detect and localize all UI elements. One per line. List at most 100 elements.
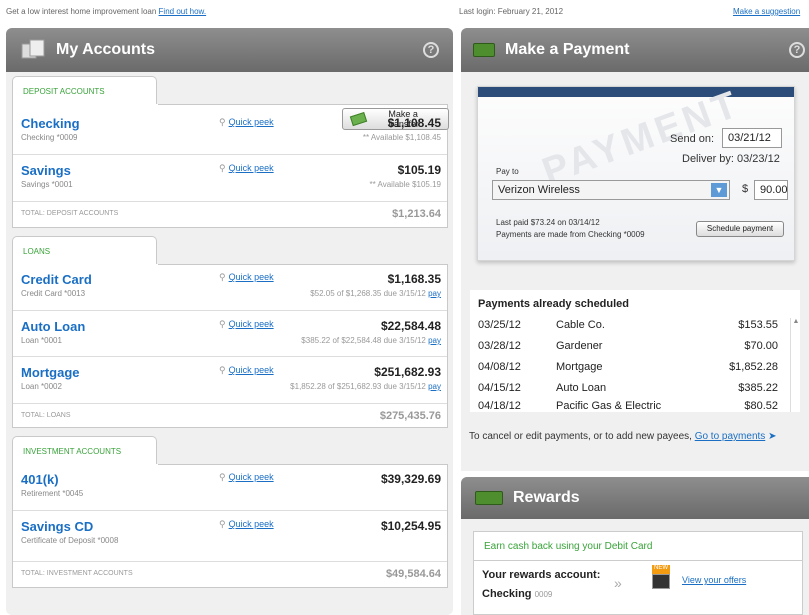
currency-symbol: $ (742, 183, 749, 195)
cancel-note: To cancel or edit payments, or to add ne… (469, 431, 777, 442)
account-amount: $251,682.93 (374, 365, 441, 379)
scrollbar[interactable]: ▲ (790, 318, 801, 412)
payment-header: Make a Payment ? (461, 28, 809, 72)
magnifier-icon: ⚲ (219, 117, 226, 127)
rewards-panel: Rewards Earn cash back using your Debit … (461, 477, 809, 615)
pay-link[interactable]: pay (428, 289, 441, 298)
pay-to-label: Pay to (496, 167, 519, 176)
pay-link[interactable]: pay (428, 382, 441, 391)
quick-peek-link[interactable]: ⚲ Quick peek (219, 472, 274, 483)
last-paid: Last paid $73.24 on 03/14/12 (496, 218, 600, 227)
magnifier-icon: ⚲ (219, 519, 226, 529)
table-row[interactable]: 04/08/12 Mortgage $1,852.28 (478, 358, 778, 379)
rewards-title: Rewards (513, 489, 580, 506)
investment-box: 401(k) Retirement *0045 ⚲ Quick peek $39,… (12, 464, 448, 588)
promo-text: Get a low interest home improvement loan (6, 7, 157, 16)
rewards-account: Your rewards account: Checking 0009 » NE… (473, 561, 803, 615)
deposit-box: Make a transfer Checking Checking *0009 … (12, 104, 449, 228)
suggestion-link[interactable]: Make a suggestion (733, 7, 800, 16)
tab-investment-accounts: INVESTMENT ACCOUNTS (12, 436, 157, 464)
accounts-panel: My Accounts ? DEPOSIT ACCOUNTS Make a tr… (6, 28, 453, 615)
accounts-title: My Accounts (56, 41, 155, 58)
account-name[interactable]: Credit Card (21, 272, 92, 287)
account-row-auto-loan: Auto Loan Loan *0001 ⚲ Quick peek $22,584… (13, 310, 447, 356)
account-detail: ** Available $1,108.45 (362, 133, 441, 142)
table-row[interactable]: 04/18/12 Pacific Gas & Electric $80.52 (478, 400, 778, 412)
scheduled-payments: Payments already scheduled 03/25/12 Cable… (470, 290, 800, 412)
quick-peek-link[interactable]: ⚲ Quick peek (219, 163, 274, 174)
rewards-account-name: Checking 0009 (482, 588, 553, 600)
investment-total: TOTAL: INVESTMENT ACCOUNTS $49,584.64 (13, 561, 447, 585)
quick-peek-link[interactable]: ⚲ Quick peek (219, 272, 274, 283)
magnifier-icon: ⚲ (219, 472, 226, 482)
table-row[interactable]: 04/15/12 Auto Loan $385.22 (478, 379, 778, 400)
help-icon[interactable]: ? (423, 42, 439, 58)
pay-link[interactable]: pay (428, 336, 441, 345)
quick-peek-link[interactable]: ⚲ Quick peek (219, 117, 274, 128)
send-on-field[interactable]: 03/21/12 (722, 128, 782, 148)
account-detail: ** Available $105.19 (369, 180, 441, 189)
payment-panel: Make a Payment ? PAYMENT Send on: 03/21/… (461, 28, 809, 471)
view-offers-link[interactable]: View your offers (682, 575, 746, 585)
find-out-link[interactable]: Find out how. (159, 7, 207, 16)
account-row-checking: Checking Checking *0009 ⚲ Quick peek $1,1… (13, 104, 447, 150)
scheduled-title: Payments already scheduled (478, 298, 630, 310)
accounts-header: My Accounts ? (6, 28, 453, 72)
account-sub: Retirement *0045 (21, 489, 84, 498)
coins-icon (21, 39, 45, 59)
payment-check: PAYMENT Send on: 03/21/12 Deliver by: 03… (477, 82, 795, 261)
account-row-mortgage: Mortgage Loan *0002 ⚲ Quick peek $251,682… (13, 356, 447, 402)
schedule-payment-button[interactable]: Schedule payment (696, 221, 784, 237)
account-sub: Savings *0001 (21, 180, 73, 189)
account-name[interactable]: Mortgage (21, 365, 80, 380)
account-name[interactable]: Auto Loan (21, 319, 85, 334)
account-detail: $1,852.28 of $251,682.93 due 3/15/12 pay (290, 382, 441, 391)
account-amount: $39,329.69 (380, 472, 441, 486)
account-amount: $1,168.35 (387, 272, 441, 286)
rewards-header: Rewards (461, 477, 809, 519)
magnifier-icon: ⚲ (219, 319, 226, 329)
quick-peek-link[interactable]: ⚲ Quick peek (219, 319, 274, 330)
account-row-savings: Savings Savings *0001 ⚲ Quick peek $105.1… (13, 154, 447, 200)
account-sub: Loan *0002 (21, 382, 62, 391)
offers-icon: NEW (652, 565, 670, 595)
chevron-right-icon: » (614, 575, 622, 591)
quick-peek-link[interactable]: ⚲ Quick peek (219, 365, 274, 376)
account-name[interactable]: Savings (21, 163, 71, 178)
account-sub: Certificate of Deposit *0008 (21, 536, 119, 545)
account-detail: $52.05 of $1,268.35 due 3/15/12 pay (310, 289, 441, 298)
account-name[interactable]: Checking (21, 116, 80, 131)
account-sub: Loan *0001 (21, 336, 62, 345)
quick-peek-link[interactable]: ⚲ Quick peek (219, 519, 274, 530)
send-on-label: Send on: (670, 133, 715, 145)
account-amount: $22,584.48 (380, 319, 441, 333)
account-name[interactable]: 401(k) (21, 472, 59, 487)
promo-banner: Get a low interest home improvement loan… (6, 7, 206, 16)
tab-deposit-accounts: DEPOSIT ACCOUNTS (12, 76, 157, 104)
payee-select[interactable]: Verizon Wireless ▼ (492, 180, 730, 200)
payment-title: Make a Payment (505, 41, 630, 58)
loans-total: TOTAL: LOANS $275,435.76 (13, 403, 447, 427)
chevron-down-icon[interactable]: ▼ (711, 183, 727, 197)
earn-cash-back: Earn cash back using your Debit Card (473, 531, 803, 561)
account-sub: Checking *0009 (21, 133, 78, 142)
money-icon (473, 43, 495, 57)
amount-field[interactable]: 90.00 (754, 180, 788, 200)
table-row[interactable]: 03/25/12 Cable Co. $153.55 (478, 316, 778, 337)
go-to-payments-link[interactable]: Go to payments (695, 431, 766, 442)
account-detail: $385.22 of $22,584.48 due 3/15/12 pay (301, 336, 441, 345)
account-row-savings-cd: Savings CD Certificate of Deposit *0008 … (13, 510, 447, 560)
cash-icon (475, 491, 503, 505)
arrow-icon: ➤ (768, 431, 777, 442)
magnifier-icon: ⚲ (219, 163, 226, 173)
magnifier-icon: ⚲ (219, 272, 226, 282)
loans-box: Credit Card Credit Card *0013 ⚲ Quick pee… (12, 264, 448, 428)
check-watermark: PAYMENT (536, 82, 747, 194)
magnifier-icon: ⚲ (219, 365, 226, 375)
account-name[interactable]: Savings CD (21, 519, 93, 534)
help-icon[interactable]: ? (789, 42, 805, 58)
payment-source: Payments are made from Checking *0009 (496, 230, 645, 239)
table-row[interactable]: 03/28/12 Gardener $70.00 (478, 337, 778, 358)
rewards-account-label: Your rewards account: (482, 569, 601, 581)
account-amount: $1,108.45 (387, 116, 441, 130)
